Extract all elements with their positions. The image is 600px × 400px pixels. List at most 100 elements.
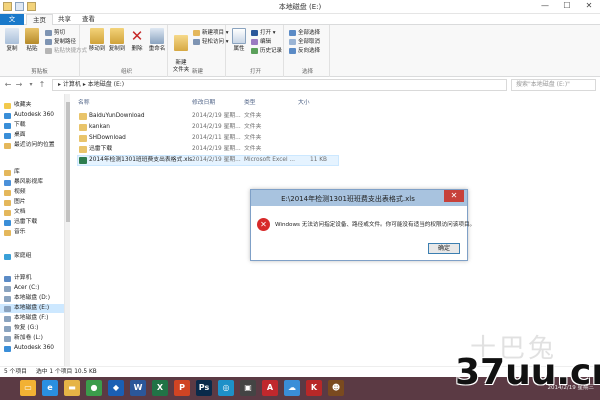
nav-item[interactable]: 库 bbox=[0, 168, 64, 177]
nav-item-label: 收藏夹 bbox=[14, 102, 32, 108]
tab-home[interactable]: 主页 bbox=[26, 14, 53, 25]
window-controls: — ☐ ✕ bbox=[534, 0, 600, 12]
nav-item-label: 新加卷 (L:) bbox=[14, 335, 43, 341]
cut-button[interactable]: 剪切 bbox=[44, 29, 65, 37]
file-row[interactable]: 2014年检测1301班班费支出表格式.xls 2014/2/19 星期... Mi… bbox=[77, 155, 339, 166]
maximize-button[interactable]: ☐ bbox=[556, 0, 578, 12]
nav-item[interactable]: 本地磁盘 (F:) bbox=[0, 314, 64, 323]
ribbon: 复制 粘贴 剪切 复制路径 粘贴快捷方式 剪贴板 移动到 复制到 ✕ 删除 重命… bbox=[0, 25, 600, 77]
file-type: Microsoft Excel ... bbox=[244, 157, 295, 163]
site-watermark: 37uu.cn bbox=[455, 352, 600, 393]
explorer-icon[interactable]: ▭ bbox=[20, 380, 36, 396]
app-red-icon[interactable]: K bbox=[306, 380, 322, 396]
easy-access-button[interactable]: 轻松访问 ▾ bbox=[192, 38, 229, 46]
nav-item[interactable]: Acer (C:) bbox=[0, 284, 64, 293]
nav-item[interactable]: 下载 bbox=[0, 121, 64, 130]
nav-item[interactable]: 本地磁盘 (D:) bbox=[0, 294, 64, 303]
edit-button[interactable]: 编辑 bbox=[250, 38, 271, 46]
app-blue-icon[interactable]: ◆ bbox=[108, 380, 124, 396]
nav-item[interactable]: Autodesk 360 bbox=[0, 344, 64, 353]
close-button[interactable]: ✕ bbox=[578, 0, 600, 12]
powerpoint-icon[interactable]: P bbox=[174, 380, 190, 396]
ok-button[interactable]: 确定 bbox=[428, 243, 460, 254]
file-row[interactable]: SHDownload 2014/2/11 星期... 文件夹 bbox=[78, 134, 338, 143]
ie-icon[interactable]: e bbox=[42, 380, 58, 396]
media-icon[interactable]: ▣ bbox=[240, 380, 256, 396]
delete-button[interactable]: ✕ 删除 bbox=[127, 28, 147, 53]
network-app-icon[interactable]: ◎ bbox=[218, 380, 234, 396]
column-name[interactable]: 名称 bbox=[78, 97, 90, 106]
nav-scrollbar[interactable] bbox=[64, 94, 70, 366]
nav-item[interactable]: 计算机 bbox=[0, 274, 64, 283]
chrome-icon[interactable]: ● bbox=[86, 380, 102, 396]
tab-share[interactable]: 共享 bbox=[52, 14, 77, 25]
back-arrow-icon[interactable]: ← bbox=[3, 80, 13, 90]
nav-item-label: 恢复 (G:) bbox=[14, 325, 39, 331]
move-to-icon bbox=[90, 28, 104, 44]
select-all-button[interactable]: 全部选择 bbox=[288, 29, 320, 37]
file-date: 2014/2/19 星期... bbox=[192, 146, 241, 152]
search-input[interactable]: 搜索"本地磁盘 (E:)" bbox=[511, 79, 596, 91]
paste-shortcut-button[interactable]: 粘贴快捷方式 bbox=[44, 47, 87, 55]
column-size[interactable]: 大小 bbox=[298, 97, 310, 106]
excel-icon[interactable]: X bbox=[152, 380, 168, 396]
recent-locations-icon[interactable]: ▾ bbox=[26, 80, 36, 90]
history-button[interactable]: 历史记录 bbox=[250, 47, 282, 55]
nav-item[interactable]: 暴风影视库 bbox=[0, 178, 64, 187]
nav-item[interactable]: 收藏夹 bbox=[0, 101, 64, 110]
word-icon[interactable]: W bbox=[130, 380, 146, 396]
file-name: 迅雷下载 bbox=[89, 146, 113, 152]
nav-item[interactable]: 音乐 bbox=[0, 228, 64, 237]
nav-item[interactable]: 本地磁盘 (E:) bbox=[0, 304, 64, 313]
minimize-button[interactable]: — bbox=[534, 0, 556, 12]
address-bar[interactable]: ▸ 计算机 ▸ 本地磁盘 (E:) bbox=[52, 79, 507, 91]
nav-item[interactable]: 家庭组 bbox=[0, 252, 64, 261]
nav-item[interactable]: Autodesk 360 bbox=[0, 111, 64, 120]
select-group-label: 选择 bbox=[301, 69, 313, 75]
paste-button[interactable]: 粘贴 bbox=[22, 28, 42, 53]
photoshop-icon[interactable]: Ps bbox=[196, 380, 212, 396]
column-date[interactable]: 修改日期 bbox=[192, 97, 215, 106]
column-type[interactable]: 类型 bbox=[244, 97, 256, 106]
forward-arrow-icon[interactable]: → bbox=[14, 80, 24, 90]
invert-selection-button[interactable]: 反向选择 bbox=[288, 47, 320, 55]
nav-item-label: Acer (C:) bbox=[14, 285, 40, 291]
rename-button[interactable]: 重命名 bbox=[147, 28, 167, 53]
up-arrow-icon[interactable]: ↑ bbox=[37, 80, 47, 90]
tab-view[interactable]: 查看 bbox=[76, 14, 101, 25]
move-to-button[interactable]: 移动到 bbox=[87, 28, 107, 53]
nav-item[interactable]: 图片 bbox=[0, 198, 64, 207]
nav-item[interactable]: 迅雷下载 bbox=[0, 218, 64, 227]
file-row[interactable]: 迅雷下载 2014/2/19 星期... 文件夹 bbox=[78, 145, 338, 154]
copy-to-button[interactable]: 复制到 bbox=[107, 28, 127, 53]
nav-item-label: 最近访问的位置 bbox=[14, 142, 55, 148]
game-icon[interactable]: ☻ bbox=[328, 380, 344, 396]
copy-button[interactable]: 复制 bbox=[2, 28, 22, 53]
file-size: 11 KB bbox=[310, 157, 327, 163]
new-item-button[interactable]: 新建项目 ▾ bbox=[192, 29, 229, 37]
copy-path-button[interactable]: 复制路径 bbox=[44, 38, 76, 46]
paste-icon bbox=[25, 28, 39, 44]
desktop-icon bbox=[4, 132, 11, 139]
scrollbar-thumb[interactable] bbox=[66, 102, 70, 222]
file-row[interactable]: BaiduYunDownload 2014/2/19 星期... 文件夹 bbox=[78, 112, 338, 121]
nav-item-label: 本地磁盘 (D:) bbox=[14, 295, 50, 301]
open-button[interactable]: 打开 ▾ bbox=[250, 29, 276, 37]
drive-icon bbox=[4, 315, 11, 322]
file-row[interactable]: kankan 2014/2/19 星期... 文件夹 bbox=[78, 123, 338, 132]
select-none-button[interactable]: 全部取消 bbox=[288, 38, 320, 46]
dialog-close-button[interactable]: ✕ bbox=[444, 190, 464, 202]
nav-item[interactable]: 文档 bbox=[0, 208, 64, 217]
document-icon bbox=[4, 209, 11, 216]
nav-item[interactable]: 视频 bbox=[0, 188, 64, 197]
nav-item[interactable]: 新加卷 (L:) bbox=[0, 334, 64, 343]
autocad-icon[interactable]: A bbox=[262, 380, 278, 396]
tab-file[interactable]: 文件 bbox=[0, 14, 24, 34]
nav-item[interactable]: 最近访问的位置 bbox=[0, 141, 64, 150]
nav-item[interactable]: 恢复 (G:) bbox=[0, 324, 64, 333]
download-folder-icon bbox=[4, 122, 11, 129]
properties-button[interactable]: 属性 bbox=[229, 28, 249, 53]
nav-item[interactable]: 桌面 bbox=[0, 131, 64, 140]
folder-taskbar-icon[interactable]: ▬ bbox=[64, 380, 80, 396]
cloud-app-icon[interactable]: ☁ bbox=[284, 380, 300, 396]
